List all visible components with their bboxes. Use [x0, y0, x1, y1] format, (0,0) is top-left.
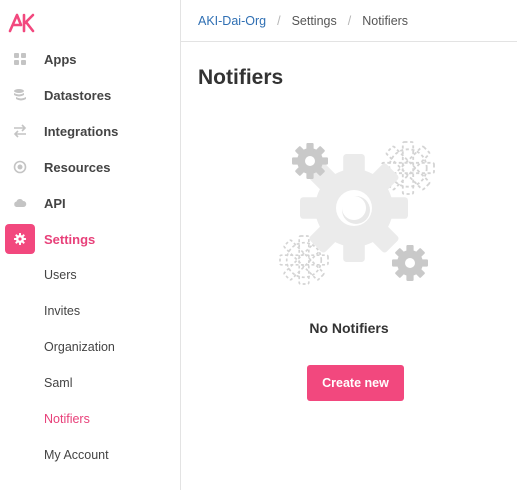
sidebar-subitem-label: My Account: [44, 448, 109, 462]
breadcrumb-settings[interactable]: Settings: [292, 14, 337, 28]
breadcrumb: AKI-Dai-Org / Settings / Notifiers: [181, 0, 517, 42]
sidebar-item-label: API: [44, 195, 66, 211]
sidebar-subitem-label: Saml: [44, 376, 73, 390]
sidebar-subitem-saml[interactable]: Saml: [0, 365, 180, 401]
sidebar-subitem-my-account[interactable]: My Account: [0, 437, 180, 473]
breadcrumb-org-link[interactable]: AKI-Dai-Org: [198, 14, 266, 28]
sidebar-subitem-label: Organization: [44, 340, 115, 354]
sidebar-item-datastores[interactable]: Datastores: [0, 77, 180, 113]
gears-icon: [268, 128, 444, 290]
target-icon: [5, 152, 35, 182]
breadcrumb-current-page: Notifiers: [362, 13, 409, 28]
create-new-button[interactable]: Create new: [307, 365, 404, 401]
gear-icon: [5, 224, 35, 254]
sidebar-subitem-notifiers[interactable]: Notifiers: [0, 401, 180, 437]
sidebar-subitem-invites[interactable]: Invites: [0, 293, 180, 329]
sidebar-item-apps[interactable]: Apps: [0, 41, 180, 77]
cloud-icon: [5, 188, 35, 218]
database-icon: [5, 80, 35, 110]
breadcrumb-separator: /: [277, 13, 281, 28]
grid-icon: [5, 44, 35, 74]
sidebar-item-integrations[interactable]: Integrations: [0, 113, 180, 149]
sidebar-item-label: Integrations: [44, 123, 119, 139]
sidebar-item-label: Apps: [44, 51, 77, 67]
sidebar-subitem-organization[interactable]: Organization: [0, 329, 180, 365]
page-title: Notifiers: [198, 66, 284, 89]
sidebar-subitem-label: Notifiers: [44, 412, 90, 426]
sidebar-item-label: Resources: [44, 159, 111, 175]
breadcrumb-separator: /: [347, 13, 352, 28]
sidebar-subitem-label: Users: [44, 268, 77, 282]
sidebar-item-api[interactable]: API: [0, 185, 180, 221]
empty-state-title: No Notifiers: [309, 320, 389, 336]
sidebar: Apps Datastores Integrations Resources A…: [0, 0, 181, 490]
sidebar-item-label: Settings: [44, 231, 96, 247]
sidebar-item-resources[interactable]: Resources: [0, 149, 180, 185]
sidebar-item-settings[interactable]: Settings: [0, 221, 180, 257]
sidebar-subitem-users[interactable]: Users: [0, 257, 180, 293]
sidebar-item-label: Datastores: [44, 87, 112, 103]
swap-arrows-icon: [5, 116, 35, 146]
sidebar-subitem-label: Invites: [44, 304, 81, 318]
ak-logo-icon[interactable]: [8, 11, 36, 33]
